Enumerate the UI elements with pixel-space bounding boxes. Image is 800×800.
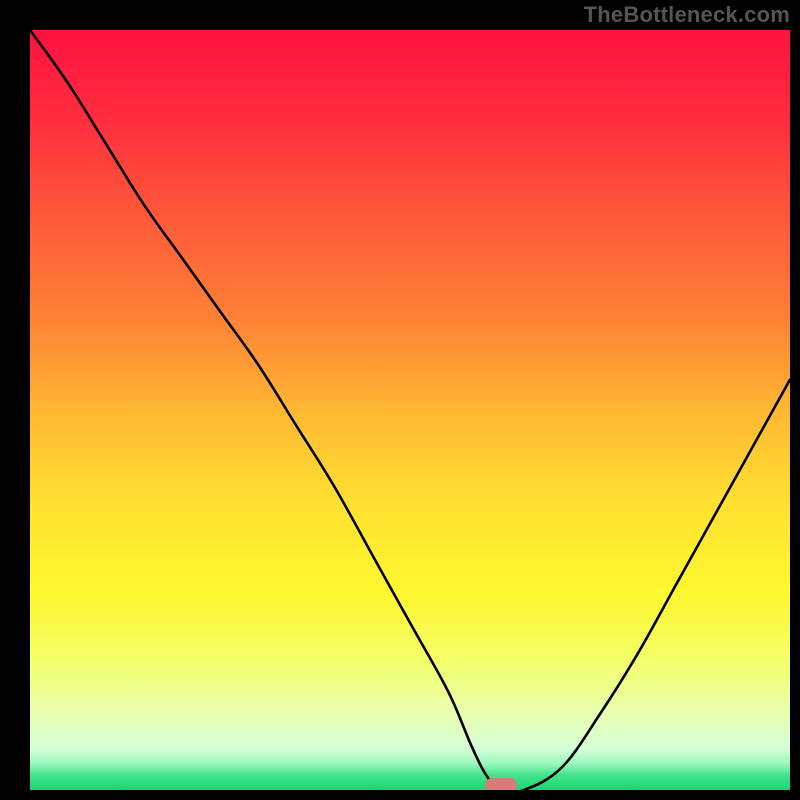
- bottleneck-curve: [30, 30, 790, 790]
- watermark-text: TheBottleneck.com: [584, 2, 790, 28]
- plot-area: [30, 30, 790, 790]
- optimal-marker: [485, 778, 517, 790]
- chart-container: TheBottleneck.com: [0, 0, 800, 800]
